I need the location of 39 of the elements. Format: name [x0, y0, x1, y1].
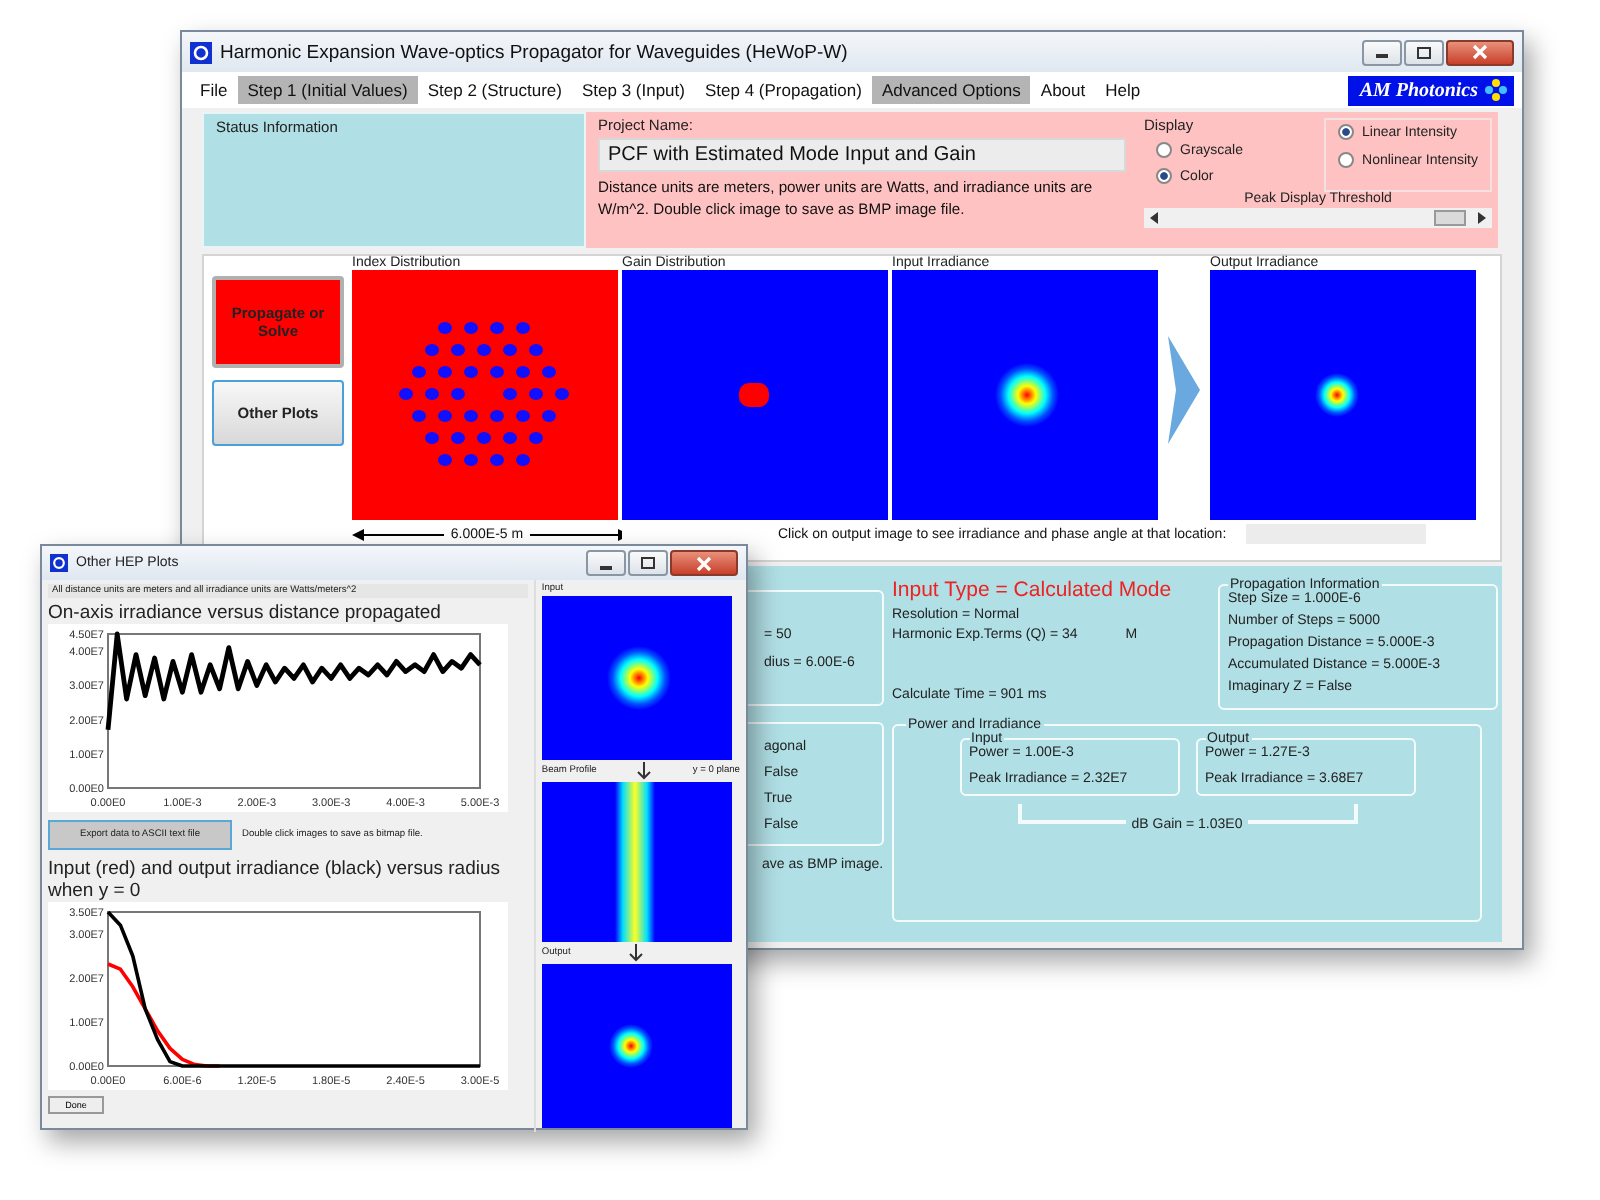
menu-item[interactable]: File [190, 76, 238, 104]
chart-title: Input (red) and output irradiance (black) versus radius when y = 0 [48, 858, 503, 902]
app-icon [190, 41, 212, 63]
minimize-button[interactable] [586, 550, 626, 576]
maximize-icon [640, 556, 656, 570]
menu-item[interactable]: About [1030, 76, 1096, 104]
maximize-icon [1416, 45, 1432, 59]
left-arrow-icon[interactable] [1148, 212, 1160, 224]
menu-item[interactable]: Step 3 (Input) [571, 76, 695, 104]
maximize-button[interactable] [1404, 39, 1444, 65]
logo-text: AM Photonics [1359, 79, 1478, 101]
close-icon [696, 555, 712, 571]
minimize-button[interactable] [1362, 39, 1402, 65]
window-title: Harmonic Expansion Wave-optics Propagator for Waveguides (HeWoP-W) [220, 41, 848, 63]
menu-item[interactable]: Help [1095, 76, 1151, 104]
right-arrow [529, 527, 622, 541]
close-button[interactable] [670, 550, 738, 576]
left-arrow [352, 527, 445, 541]
radio-button[interactable] [1338, 152, 1355, 168]
threshold-slider[interactable] [1144, 208, 1492, 228]
menu-item[interactable]: Step 1 (Initial Values) [237, 76, 418, 104]
menu-item[interactable]: Step 4 (Propagation) [694, 76, 872, 104]
menu-item[interactable]: Advanced Options [871, 76, 1031, 104]
dots-icon [1484, 78, 1508, 102]
chart-title: On-axis irradiance versus distance propagated [48, 602, 443, 624]
maximize-button[interactable] [628, 550, 668, 576]
close-button[interactable] [1446, 39, 1514, 65]
down-arrow-icon [627, 944, 644, 962]
menu-item[interactable]: Step 2 (Structure) [417, 76, 572, 104]
close-icon [1472, 44, 1488, 60]
down-arrow-icon [636, 762, 653, 780]
radio-button[interactable] [1156, 168, 1172, 184]
radio-button[interactable] [1156, 142, 1172, 158]
app-icon [50, 554, 68, 572]
radio-button[interactable] [1338, 124, 1355, 140]
slider-thumb[interactable] [1434, 210, 1467, 226]
project-name-field[interactable]: PCF with Estimated Mode Input and Gain [598, 138, 1126, 172]
right-arrow-icon[interactable] [1476, 212, 1488, 224]
input-type-text: Input Type = Calculated Mode [892, 578, 1174, 602]
